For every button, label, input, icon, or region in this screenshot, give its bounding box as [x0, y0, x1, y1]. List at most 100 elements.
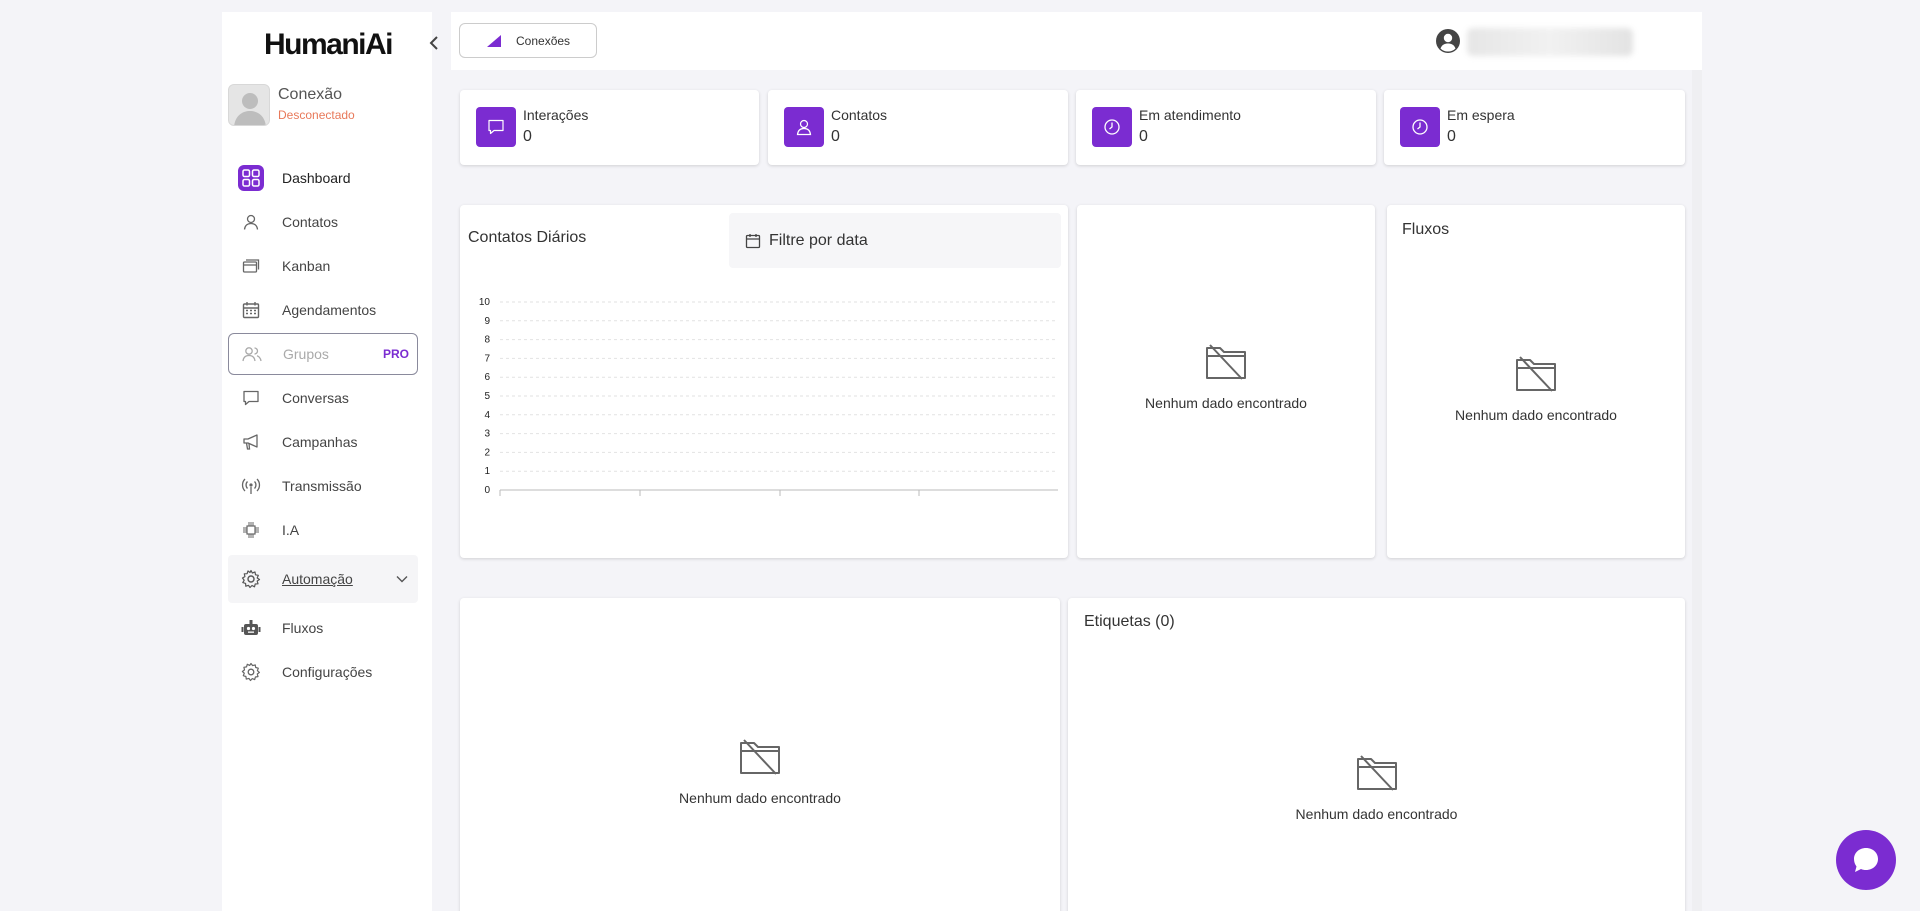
- sidebar-item-label: Fluxos: [282, 620, 324, 636]
- sidebar-item-label: Transmissão: [282, 478, 362, 494]
- stat-value: 0: [523, 128, 532, 145]
- y-tick-label: 10: [479, 297, 491, 308]
- etiquetas-title: Etiquetas (0): [1084, 613, 1175, 630]
- user-account-icon[interactable]: [1435, 28, 1461, 59]
- sidebar-item-label: Dashboard: [282, 170, 351, 186]
- y-tick-label: 9: [484, 316, 490, 327]
- sidebar-item-label: Agendamentos: [282, 302, 377, 318]
- empty-panel-bottom-left: Nenhum dado encontrado: [460, 598, 1060, 911]
- chevron-left-icon: [429, 36, 438, 50]
- stat-value: 0: [1447, 128, 1456, 145]
- stat-label: Em atendimento: [1139, 107, 1241, 123]
- sidebar-item-conversas[interactable]: Conversas: [228, 376, 418, 420]
- connections-button-label: Conexões: [516, 33, 571, 48]
- sidebar-item-label: Campanhas: [282, 434, 358, 450]
- kanban-icon: [238, 253, 264, 279]
- y-tick-label: 1: [484, 466, 490, 477]
- empty-folder-icon: [1206, 344, 1246, 380]
- stat-value: 0: [1139, 128, 1148, 145]
- empty-state-text: Nenhum dado encontrado: [1145, 395, 1307, 411]
- sidebar-item-fluxos[interactable]: Fluxos: [228, 606, 418, 650]
- connection-profile: Conexão Desconectado: [228, 84, 428, 130]
- broadcast-icon: [238, 473, 264, 499]
- stat-card-em-atendimento: Em atendimento 0: [1076, 90, 1376, 165]
- empty-state-text: Nenhum dado encontrado: [1295, 806, 1458, 822]
- default-avatar-icon: [234, 93, 266, 125]
- connections-button[interactable]: Conexões: [459, 23, 597, 58]
- sidebar-item-label: Grupos: [283, 346, 329, 362]
- sidebar-item-grupos[interactable]: Grupos PRO: [228, 333, 418, 375]
- y-tick-label: 7: [484, 353, 490, 364]
- y-tick-label: 4: [484, 410, 490, 421]
- sidebar-item-configuracoes[interactable]: Configurações: [228, 650, 418, 694]
- circuit-icon: [238, 517, 264, 543]
- y-tick-label: 3: [484, 429, 490, 440]
- empty-state: Nenhum dado encontrado: [1068, 754, 1685, 822]
- empty-panel-middle: Nenhum dado encontrado: [1077, 205, 1375, 558]
- profile-name: Conexão: [278, 86, 343, 103]
- megaphone-icon: [238, 429, 264, 455]
- sidebar-item-dashboard[interactable]: Dashboard: [228, 156, 418, 200]
- stat-value: 0: [831, 128, 840, 145]
- message-icon: [476, 107, 516, 147]
- empty-state-text: Nenhum dado encontrado: [679, 790, 841, 806]
- sidebar-item-label: Kanban: [282, 258, 331, 274]
- etiquetas-card: Etiquetas (0) Nenhum dado encontrado: [1068, 598, 1685, 911]
- robot-icon: [238, 615, 264, 641]
- stat-card-contatos: Contatos 0: [768, 90, 1068, 165]
- y-tick-label: 8: [484, 335, 490, 346]
- sidebar-item-label: Conversas: [282, 390, 349, 406]
- empty-state: Nenhum dado encontrado: [1387, 355, 1685, 423]
- empty-folder-icon: [740, 739, 780, 775]
- chat-icon: [238, 385, 264, 411]
- empty-folder-icon: [1516, 356, 1556, 392]
- pro-badge: PRO: [382, 347, 409, 361]
- empty-folder-icon: [1356, 755, 1397, 791]
- empty-state: Nenhum dado encontrado: [1077, 343, 1375, 411]
- settings-icon: [238, 659, 264, 685]
- stat-card-em-espera: Em espera 0: [1384, 90, 1685, 165]
- chat-bubble-icon: [1854, 848, 1878, 872]
- sidebar-item-transmissao[interactable]: Transmissão: [228, 464, 418, 508]
- scrollbar-track[interactable]: [1692, 70, 1702, 911]
- daily-contacts-card: Contatos Diários Filtre por data 0123456…: [460, 205, 1068, 558]
- sidebar-item-label: Contatos: [282, 214, 339, 230]
- y-tick-label: 2: [484, 447, 490, 458]
- empty-state-text: Nenhum dado encontrado: [1455, 407, 1617, 423]
- dashboard-icon: [238, 165, 264, 191]
- sidebar-item-kanban[interactable]: Kanban: [228, 244, 418, 288]
- avatar: [228, 84, 270, 126]
- support-chat-button[interactable]: [1836, 830, 1896, 890]
- collapse-sidebar-button[interactable]: [422, 30, 446, 56]
- sidebar-item-label: Configurações: [282, 664, 373, 680]
- sidebar-item-campanhas[interactable]: Campanhas: [228, 420, 418, 464]
- sidebar-item-label: I.A: [282, 522, 300, 538]
- daily-contacts-chart: 0 1 2 3 4 5 6 7 8 9 10: [479, 297, 1058, 496]
- sidebar: HumaniAi Conexão Desconectado Dashboard …: [222, 12, 438, 911]
- sidebar-item-label: Automação: [282, 571, 353, 587]
- calendar-icon: [238, 297, 264, 323]
- stat-card-interacoes: Interações 0: [460, 90, 759, 165]
- signal-icon: [487, 34, 501, 47]
- person-icon: [784, 107, 824, 147]
- sidebar-item-automacao[interactable]: Automação: [228, 555, 418, 603]
- person-icon: [238, 209, 264, 235]
- fluxos-title: Fluxos: [1402, 221, 1450, 238]
- stat-label: Contatos: [831, 107, 888, 123]
- empty-state: Nenhum dado encontrado: [460, 738, 1060, 806]
- sidebar-item-ia[interactable]: I.A: [228, 508, 418, 552]
- stat-label: Em espera: [1447, 107, 1515, 123]
- stat-label: Interações: [523, 107, 589, 123]
- y-tick-label: 0: [484, 485, 490, 496]
- fluxos-card: Fluxos Nenhum dado encontrado: [1387, 205, 1685, 558]
- app-logo: HumaniAi: [264, 28, 394, 61]
- connection-status: Desconectado: [278, 108, 355, 122]
- y-tick-label: 5: [484, 391, 490, 402]
- sidebar-item-contatos[interactable]: Contatos: [228, 200, 418, 244]
- sidebar-item-agendamentos[interactable]: Agendamentos: [228, 288, 418, 332]
- chevron-down-icon: [396, 570, 408, 588]
- cog-icon: [238, 566, 264, 592]
- top-bar: Conexões: [451, 12, 1702, 70]
- y-tick-label: 6: [484, 372, 490, 383]
- group-icon: [239, 341, 265, 367]
